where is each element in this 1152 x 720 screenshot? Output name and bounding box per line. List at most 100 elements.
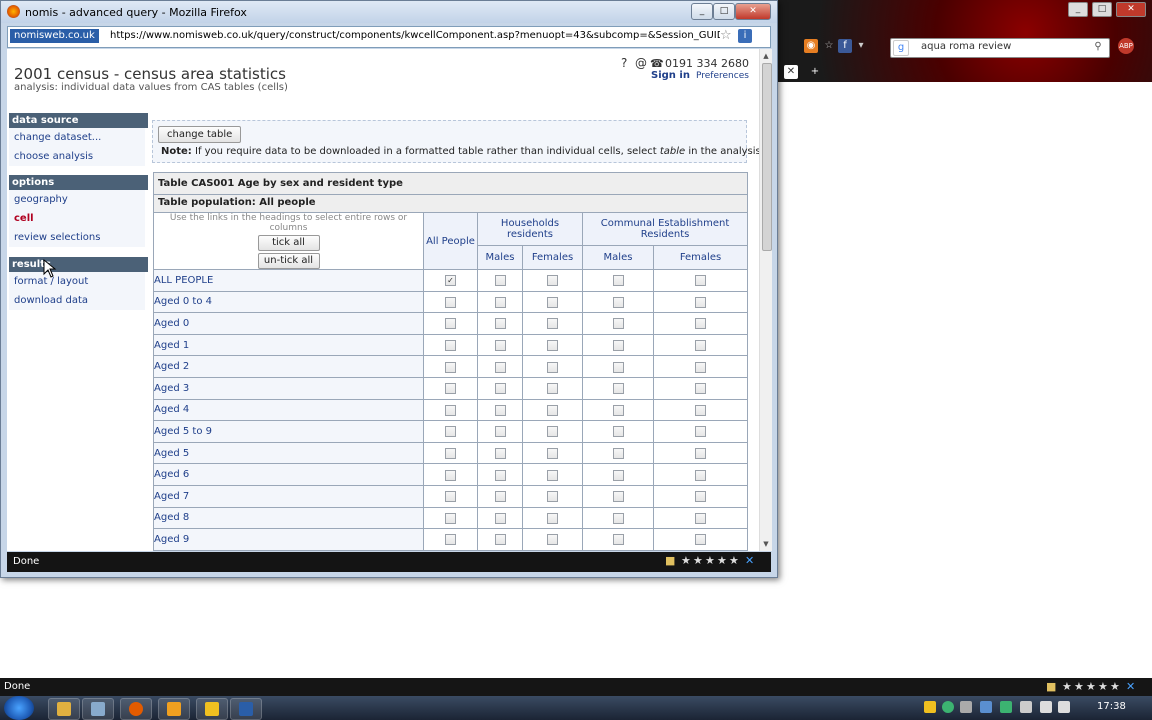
cell-checkbox[interactable]	[612, 318, 624, 330]
cell-checkbox[interactable]	[547, 318, 558, 330]
cell-checkbox[interactable]	[494, 361, 506, 373]
cell-checkbox[interactable]	[695, 275, 707, 287]
url-text[interactable]: https://www.nomisweb.co.uk/query/constru…	[110, 30, 720, 41]
rss-icon[interactable]: ◉	[804, 39, 818, 53]
row-label[interactable]: Aged 4	[153, 398, 424, 422]
sidebar-item-geography[interactable]: geography	[9, 190, 145, 209]
column-header-households-females[interactable]: Females	[522, 244, 583, 271]
row-label[interactable]: Aged 2	[153, 355, 424, 378]
start-button[interactable]	[4, 696, 34, 720]
cell-checkbox[interactable]	[494, 469, 506, 481]
row-label[interactable]: Aged 0 to 4	[153, 290, 424, 314]
help-icon[interactable]: ?	[621, 56, 627, 70]
scroll-down-icon[interactable]: ▼	[762, 539, 770, 549]
column-header-communal-females[interactable]: Females	[652, 244, 749, 271]
background-search-box[interactable]: g aqua roma review ⚲	[890, 38, 1110, 58]
cell-checkbox[interactable]	[695, 534, 707, 546]
network-icon[interactable]	[1040, 701, 1052, 713]
cell-checkbox[interactable]	[695, 404, 707, 416]
cell-checkbox[interactable]	[547, 491, 558, 503]
cell-checkbox[interactable]	[494, 448, 506, 460]
cell-checkbox[interactable]: ✓	[445, 275, 456, 287]
sidebar-item-download-data[interactable]: download data	[9, 291, 145, 310]
scrollbar-thumb[interactable]	[762, 63, 772, 251]
cell-checkbox[interactable]	[547, 383, 558, 395]
cell-checkbox[interactable]	[494, 426, 506, 438]
tray-icon[interactable]	[1020, 701, 1032, 713]
cell-checkbox[interactable]	[612, 512, 624, 524]
tray-icon[interactable]	[942, 701, 954, 713]
tray-icon[interactable]	[1000, 701, 1012, 713]
change-table-button[interactable]: change table	[158, 126, 242, 143]
cell-checkbox[interactable]	[695, 426, 707, 438]
cell-checkbox[interactable]	[494, 296, 506, 308]
cell-checkbox[interactable]	[445, 361, 456, 373]
cell-checkbox[interactable]	[494, 318, 506, 330]
cell-checkbox[interactable]	[445, 383, 456, 395]
email-icon[interactable]: @	[635, 56, 647, 70]
cell-checkbox[interactable]	[612, 426, 624, 438]
cell-checkbox[interactable]	[695, 469, 707, 481]
cell-checkbox[interactable]	[494, 340, 506, 352]
tray-icon[interactable]	[960, 701, 972, 713]
scroll-up-icon[interactable]: ▲	[762, 51, 770, 61]
sidebar-item-format-layout[interactable]: format / layout	[9, 272, 145, 291]
cell-checkbox[interactable]	[547, 469, 558, 481]
close-x-icon[interactable]: ✕	[1126, 681, 1136, 692]
row-label[interactable]: Aged 3	[153, 376, 424, 400]
cell-checkbox[interactable]	[445, 491, 456, 503]
tray-icon[interactable]	[980, 701, 992, 713]
row-label[interactable]: Aged 1	[153, 333, 424, 357]
facebook-icon[interactable]: f	[838, 39, 852, 53]
cell-checkbox[interactable]	[445, 318, 456, 330]
column-header-households[interactable]: Households residents	[477, 212, 583, 246]
cell-checkbox[interactable]	[547, 534, 558, 546]
cell-checkbox[interactable]	[612, 361, 624, 373]
close-x-icon[interactable]: ✕	[745, 555, 755, 566]
tick-all-button[interactable]: tick all	[257, 235, 320, 251]
taskbar-media-button[interactable]	[158, 698, 190, 720]
cell-checkbox[interactable]	[494, 534, 506, 546]
cell-checkbox[interactable]	[612, 534, 624, 546]
taskbar-firefox-button[interactable]	[120, 698, 152, 720]
cell-checkbox[interactable]	[494, 404, 506, 416]
tray-icon[interactable]	[924, 701, 936, 713]
vertical-scrollbar[interactable]: ▲ ▼	[759, 49, 772, 551]
bg-minimize-button[interactable]: _	[1068, 2, 1088, 17]
cell-checkbox[interactable]	[547, 404, 558, 416]
row-label[interactable]: Aged 8	[153, 506, 424, 530]
cell-checkbox[interactable]	[547, 340, 558, 352]
clock[interactable]: 17:38	[1097, 701, 1126, 712]
cell-checkbox[interactable]	[612, 448, 624, 460]
cell-checkbox[interactable]	[494, 275, 506, 287]
cell-checkbox[interactable]	[547, 512, 558, 524]
cell-checkbox[interactable]	[695, 448, 707, 460]
cell-checkbox[interactable]	[494, 383, 506, 395]
cell-checkbox[interactable]	[612, 491, 624, 503]
column-header-all-people[interactable]: All People	[423, 212, 478, 270]
bg-maximize-button[interactable]: □	[1092, 2, 1112, 17]
cell-checkbox[interactable]	[695, 340, 707, 352]
search-icon[interactable]: ⚲	[1091, 40, 1105, 54]
volume-icon[interactable]	[1058, 701, 1070, 713]
preferences-link[interactable]: Preferences	[696, 71, 749, 81]
bookmark-star-icon[interactable]: ☆	[822, 39, 836, 53]
cell-checkbox[interactable]	[547, 426, 558, 438]
sidebar-item-choose-analysis[interactable]: choose analysis	[9, 147, 145, 166]
cell-checkbox[interactable]	[445, 426, 456, 438]
cell-checkbox[interactable]	[547, 275, 558, 287]
sidebar-item-change-dataset[interactable]: change dataset...	[9, 128, 145, 147]
row-label[interactable]: Aged 0	[153, 312, 424, 335]
cell-checkbox[interactable]	[695, 318, 707, 330]
new-tab-icon[interactable]: +	[808, 65, 822, 79]
site-identity[interactable]: nomisweb.co.uk	[10, 29, 99, 43]
cell-checkbox[interactable]	[445, 534, 456, 546]
cell-checkbox[interactable]	[445, 404, 456, 416]
cell-checkbox[interactable]	[547, 448, 558, 460]
cell-checkbox[interactable]	[547, 361, 558, 373]
dropdown-icon[interactable]: ▾	[854, 39, 868, 53]
cell-checkbox[interactable]	[445, 512, 456, 524]
close-button[interactable]: ✕	[735, 3, 771, 20]
row-label[interactable]: Aged 7	[153, 484, 424, 508]
cell-checkbox[interactable]	[612, 383, 624, 395]
